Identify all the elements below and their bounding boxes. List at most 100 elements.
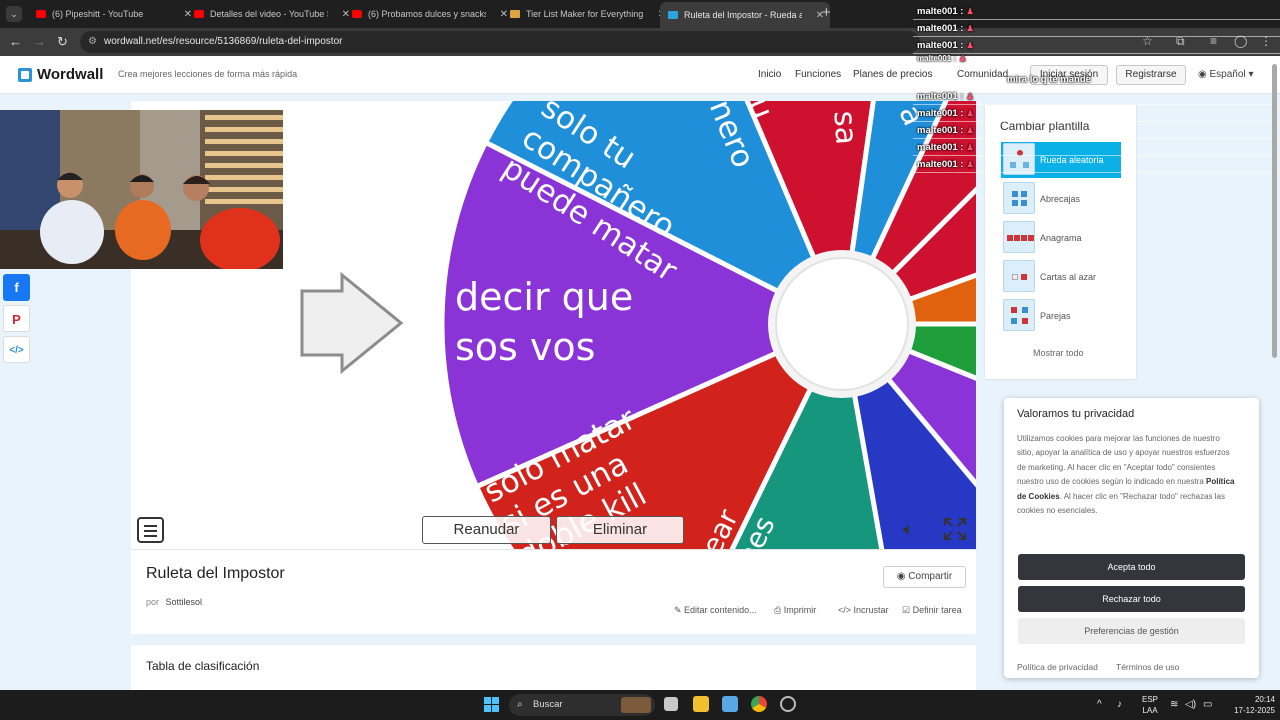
nav-funciones[interactable]: Funciones	[795, 69, 841, 80]
hamburger-menu-button[interactable]	[137, 517, 164, 543]
embed-code-icon[interactable]: </>	[3, 336, 30, 363]
volume-icon[interactable]: ◁)	[1185, 699, 1196, 710]
forward-arrow-icon[interactable]: →	[33, 34, 46, 49]
page-scrollbar[interactable]	[1271, 58, 1278, 358]
tab-tier-list[interactable]: Tier List Maker for Everything ✕	[502, 3, 672, 25]
reload-icon[interactable]: ↻	[57, 34, 68, 50]
chat-message: malte001 : ♟	[913, 54, 1280, 63]
show-all-templates-link[interactable]: Mostrar todo	[1033, 348, 1084, 358]
embed-label: Incrustar	[853, 605, 889, 615]
nav-inicio[interactable]: Inicio	[758, 69, 781, 80]
task-view-icon[interactable]	[664, 697, 678, 711]
privacy-policy-link[interactable]: Política de privacidad	[1017, 662, 1098, 672]
share-button[interactable]: ◉ Compartir	[883, 566, 966, 588]
chat-username: malte001 :	[917, 108, 964, 119]
input-language[interactable]: ESP LAA	[1136, 694, 1164, 716]
terms-of-use-link[interactable]: Términos de uso	[1116, 662, 1179, 672]
chat-message: malte001 : ♟	[913, 37, 1280, 54]
speaker-icon[interactable]: 🔈︎	[903, 519, 914, 540]
store-icon[interactable]	[722, 696, 738, 712]
chat-username: malte001 :	[917, 91, 964, 102]
logo-text: Wordwall	[37, 66, 104, 83]
accept-all-button[interactable]: Acepta todo	[1018, 554, 1245, 580]
chat-message: mira lo q te mande	[913, 71, 1280, 88]
cookie-title: Valoramos tu privacidad	[1017, 408, 1135, 420]
open-box-thumbnail-icon	[1003, 182, 1035, 214]
chat-message: malte001 : ♟	[913, 122, 1280, 139]
chat-message: malte001 : ♟	[913, 88, 1280, 105]
site-settings-icon[interactable]: ⚙	[88, 31, 97, 53]
pairs-thumbnail-icon	[1003, 299, 1035, 331]
cookie-text: Utilizamos cookies para mejorar las func…	[1017, 432, 1235, 518]
clock-time: 20:14	[1254, 695, 1275, 704]
template-anagram[interactable]: Anagrama	[1001, 220, 1121, 256]
edit-content-label: Editar contenido...	[684, 605, 757, 615]
reject-all-button[interactable]: Rechazar todo	[1018, 586, 1245, 612]
windows-start-icon[interactable]	[484, 697, 500, 713]
tab-pipeshitt[interactable]: (6) Pipeshitt - YouTube ✕	[28, 3, 198, 25]
cookie-text-part: Utilizamos cookies para mejorar las func…	[1017, 434, 1230, 487]
chat-badge-icon: ♟	[966, 7, 974, 16]
site-tagline: Crea mejores lecciones de forma más rápi…	[118, 69, 298, 79]
taskbar-search-label: Buscar	[533, 699, 563, 710]
chat-badge-icon: ♟	[966, 41, 974, 50]
chrome-icon[interactable]	[751, 696, 767, 712]
chat-username: malte001 :	[917, 125, 964, 136]
taskbar-search[interactable]: ⌕ Buscar	[509, 694, 655, 716]
remove-button[interactable]: Eliminar	[556, 516, 684, 544]
facebook-share-icon[interactable]: f	[3, 274, 30, 301]
template-open-box[interactable]: Abrecajas	[1001, 181, 1121, 217]
file-explorer-icon[interactable]	[693, 696, 709, 712]
webcam-overlay	[0, 110, 283, 269]
template-random-cards[interactable]: Cartas al azar	[1001, 259, 1121, 295]
obs-icon[interactable]	[780, 696, 796, 712]
tray-chevron-up-icon[interactable]: ^	[1097, 699, 1102, 710]
template-pairs[interactable]: Parejas	[1001, 298, 1121, 334]
lang-bottom: LAA	[1142, 706, 1158, 715]
clock[interactable]: 20:14 17-12-2025	[1220, 694, 1275, 716]
manage-preferences-button[interactable]: Preferencias de gestión	[1018, 618, 1245, 644]
tab-title: (6) Pipeshitt - YouTube	[52, 9, 144, 19]
address-bar[interactable]: ⚙ wordwall.net/es/resource/5136869/rulet…	[80, 31, 920, 53]
menu-bar	[144, 535, 157, 537]
resume-button[interactable]: Reanudar	[422, 516, 551, 544]
template-label: Cartas al azar	[1040, 272, 1097, 282]
tab-probamos-dulces[interactable]: (6) Probamos dulces y snacks de ✕	[344, 3, 514, 25]
set-assignment-label: Definir tarea	[912, 605, 962, 615]
tab-video-details[interactable]: Detalles del video - YouTube Studio ✕	[186, 3, 356, 25]
chat-username: malte001 :	[917, 54, 957, 63]
wheel-hub[interactable]	[775, 257, 909, 391]
wifi-icon[interactable]: ≋	[1170, 699, 1178, 710]
pinterest-share-icon[interactable]: P	[3, 305, 30, 332]
embed-link[interactable]: </> Incrustar	[838, 605, 889, 615]
tab-title: Ruleta del Impostor - Rueda aleatoria	[684, 10, 802, 20]
chat-message: malte001 : ♟	[913, 20, 1280, 37]
chat-username: malte001 :	[917, 142, 964, 153]
scrollbar-thumb[interactable]	[1272, 64, 1277, 358]
chat-username: malte001 :	[917, 40, 964, 51]
windows-taskbar: ⌕ Buscar ^ ♪ ESP LAA ≋ ◁) ▭ 20:14 17-12-…	[0, 690, 1280, 720]
print-link[interactable]: ⎙ Imprimir	[774, 605, 816, 616]
start-tile	[492, 705, 499, 712]
tab-ruleta-impostor[interactable]: Ruleta del Impostor - Rueda aleatoria ✕	[660, 2, 830, 28]
tab-search-chevron-icon[interactable]: ⌄	[6, 6, 22, 22]
chat-message: malte001 : ♟	[913, 139, 1280, 156]
author-link[interactable]: Sottilesol	[166, 597, 203, 607]
edit-content-link[interactable]: ✎ Editar contenido...	[674, 605, 757, 616]
menu-bar	[144, 530, 157, 532]
activity-title: Ruleta del Impostor	[146, 565, 285, 582]
wordwall-icon	[668, 11, 678, 19]
search-highlight-icon	[621, 697, 651, 713]
checkbox-icon: ☑	[902, 605, 913, 615]
fullscreen-icon[interactable]	[943, 517, 967, 541]
new-tab-button[interactable]: +	[822, 4, 831, 21]
leaderboard-card: Tabla de clasificación	[131, 645, 976, 690]
back-arrow-icon[interactable]: ←	[9, 34, 22, 49]
battery-icon[interactable]: ▭	[1203, 699, 1212, 710]
lang-top: ESP	[1141, 695, 1158, 704]
microphone-icon[interactable]: ♪	[1117, 699, 1122, 710]
start-tile	[484, 697, 491, 704]
set-assignment-link[interactable]: ☑ Definir tarea	[902, 605, 962, 616]
anagram-thumbnail-icon	[1003, 221, 1035, 253]
wordwall-logo[interactable]: Wordwall	[18, 66, 103, 83]
